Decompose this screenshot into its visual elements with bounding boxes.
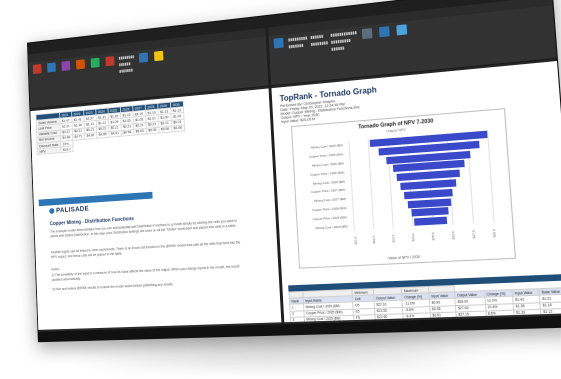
category-label: Copper Price / 2027 ($/lb) <box>311 188 346 195</box>
ribbon-button[interactable] <box>272 37 287 60</box>
palisade-logo: PALISADE <box>49 206 89 215</box>
cells-icon <box>361 28 373 40</box>
category-label: Mining Cost / 2026 ($M) <box>312 179 345 186</box>
x-tick-label: $28.0 <box>491 229 497 238</box>
table-cell[interactable]: $4.91 <box>108 130 122 138</box>
ribbon-line: ▮▮▮▮▮▮▮ <box>119 67 133 74</box>
gridline <box>348 140 355 231</box>
ribbon-button[interactable] <box>45 62 58 84</box>
category-label: Copper Price / 2028 ($/lb) <box>312 205 347 213</box>
ribbon-line: ▮▮▮▮▮▮▮▮▮ <box>287 35 308 43</box>
ribbon-button[interactable] <box>360 28 375 52</box>
x-tick-label: $27.0 <box>471 230 477 239</box>
excel-window-left: ▮▮▮▮▮▮▮▮ ▮▮▮▮▮▮ ▮▮▮▮▮▮▮ 2021 2022 2023 2024… <box>27 16 283 342</box>
table-cell[interactable]: $5.06 <box>158 125 172 133</box>
model-window-icon <box>75 59 85 70</box>
clipboard-icon <box>273 37 284 49</box>
ribbon-button[interactable] <box>104 56 117 78</box>
define-distribution-icon <box>32 63 42 75</box>
add-output-icon <box>47 62 56 73</box>
x-tick-label: $22.0 <box>372 235 377 244</box>
x-tick-label: $25.0 <box>430 232 436 241</box>
tornado-bar[interactable] <box>411 207 449 217</box>
ideas-icon <box>396 24 408 36</box>
excel-window-right: ▮▮▮▮▮▮▮▮▮ ▮▮▮▮▮▮▮ ▮▮▮▮▮▮ ▮▮▮▮▮▮▮▮ ▮▮▮▮▮▮… <box>267 0 561 335</box>
data-table: 2021 2022 2023 2024 2025 2026 2027 2028 2029 2030… <box>35 100 185 155</box>
x-axis-title: Value of NPV / 2030 <box>388 254 421 261</box>
paragraph: 2) Run and review @RISK results to ensur… <box>52 282 174 292</box>
results-icon <box>153 50 164 62</box>
tornado-bar[interactable] <box>407 197 451 208</box>
ribbon-button[interactable] <box>74 59 87 81</box>
x-tick-label: $26.0 <box>451 231 456 240</box>
ribbon-group: ▮▮▮▮▮▮ ▮▮▮▮▮▮▮▮ <box>310 33 329 47</box>
ribbon-button[interactable] <box>377 26 393 50</box>
gridline <box>367 139 374 230</box>
insert-function-icon <box>61 60 71 72</box>
worksheet[interactable]: 2021 2022 2023 2024 2025 2026 2027 2028 2029 2030… <box>30 88 282 330</box>
x-tick-label: $21.0 <box>352 236 358 245</box>
ribbon-button[interactable] <box>152 50 166 73</box>
ribbon-group: ▮▮▮▮▮▮▮▮▮ ▮▮▮▮▮▮▮ <box>288 35 308 49</box>
scene: ▮▮▮▮▮▮▮▮ ▮▮▮▮▮▮ ▮▮▮▮▮▮▮ 2021 2022 2023 2024… <box>0 0 561 379</box>
category-label: Mining Cost / 2027 ($M) <box>313 196 347 204</box>
table-cell[interactable]: $4.71 <box>72 133 85 141</box>
ribbon-line: ▮▮▮▮▮▮▮▮ <box>310 39 329 47</box>
table-cell[interactable]: $5.03 <box>133 128 147 136</box>
ribbon-line: ▮▮▮▮▮▮ <box>118 60 131 67</box>
category-label: Copper Price / 2029 ($/lb) <box>312 214 348 222</box>
category-label: Mining Cost / 2025 ($M) <box>310 143 343 150</box>
table-cell[interactable]: $5.05 <box>145 127 159 135</box>
ribbon-button[interactable] <box>394 24 410 48</box>
ribbon-group: ▮▮▮▮▮▮▮▮ ▮▮▮▮▮▮ ▮▮▮▮▮▮▮ <box>119 54 135 74</box>
table-cell[interactable]: $4.85 <box>96 131 109 139</box>
table-cell[interactable]: $5.08 <box>171 124 185 132</box>
summary-cell[interactable]: $24.7 <box>60 146 73 153</box>
ribbon-line: ▮▮▮▮▮▮▮ <box>288 42 304 49</box>
table-cell[interactable]: $4.81 <box>84 132 97 140</box>
ribbon-group: ▮▮▮▮▮▮▮▮▮▮▮▮ ▮▮▮▮▮▮▮▮▮ ▮▮▮▮▮▮ <box>330 30 357 52</box>
monitor-screen: ▮▮▮▮▮▮▮▮ ▮▮▮▮▮▮ ▮▮▮▮▮▮▮ 2021 2022 2023 2024… <box>26 0 561 343</box>
category-label: Mining Cost / 2029 ($M) <box>315 223 348 230</box>
paragraph: Flexible inputs can be linked to other w… <box>50 240 241 259</box>
ribbon-line: ▮▮▮▮▮▮ <box>310 33 324 40</box>
report-worksheet[interactable]: TopRank - Tornado Graph Performed By: Ch… <box>271 61 561 324</box>
category-label: Copper Price / 2026 ($/lb) <box>310 170 345 177</box>
ribbon-button[interactable] <box>89 57 102 79</box>
summary-cell[interactable]: NPV <box>37 147 61 155</box>
header-band <box>38 191 153 207</box>
tornado-chart[interactable]: Tornado Graph of NPV 7-2030 Output: NPV … <box>291 108 516 269</box>
x-tick-label: $23.0 <box>391 234 397 243</box>
start-simulation-icon <box>105 56 115 67</box>
ribbon-line: ▮▮▮▮▮▮▮▮ <box>118 53 135 61</box>
ribbon-button[interactable] <box>137 52 150 74</box>
ribbon-button[interactable] <box>60 60 73 83</box>
category-label: Copper Price / 2025 ($/lb) <box>309 152 344 159</box>
simulation-icon <box>90 57 100 68</box>
x-tick-label: $24.0 <box>411 233 416 242</box>
gridline <box>486 129 494 223</box>
table-cell[interactable]: $4.96 <box>120 129 134 137</box>
ribbon-line: ▮▮▮▮▮▮ <box>331 45 345 52</box>
reports-icon <box>138 52 148 63</box>
editing-icon <box>378 26 390 38</box>
ribbon-button[interactable] <box>31 63 43 85</box>
category-label: Mining Cost / 2025 ($M) <box>311 161 344 168</box>
tornado-bar[interactable] <box>413 216 448 226</box>
